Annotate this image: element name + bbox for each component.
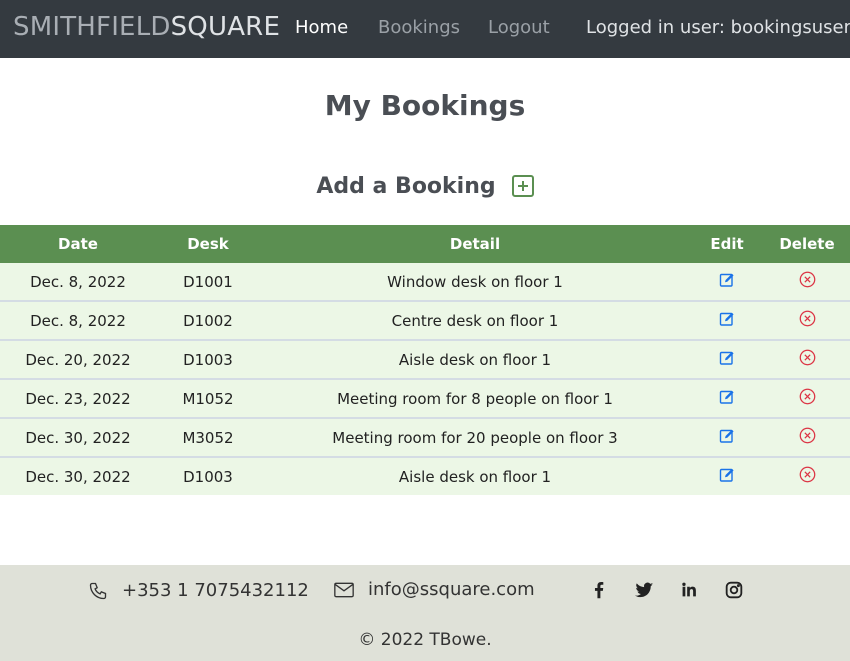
bookings-table: Date Desk Detail Edit Delete Dec. 8, 202… — [0, 225, 850, 495]
cell-date: Dec. 20, 2022 — [0, 339, 156, 379]
table-row: Dec. 8, 2022 D1002 Centre desk on floor 1 — [0, 300, 850, 340]
facebook-icon[interactable] — [588, 579, 610, 601]
footer: +353 1 7075432112 info@ssquare.com © 202… — [0, 565, 850, 661]
cell-edit — [690, 456, 764, 495]
cell-edit — [690, 263, 764, 301]
delete-icon[interactable] — [799, 310, 816, 331]
cell-detail: Centre desk on floor 1 — [260, 300, 690, 340]
cell-date: Dec. 30, 2022 — [0, 456, 156, 495]
footer-email: info@ssquare.com — [334, 581, 535, 599]
cell-edit — [690, 378, 764, 418]
header-edit: Edit — [690, 225, 764, 263]
navbar: SMITHFIELDSQUARE Home Bookings Logout Lo… — [0, 0, 850, 58]
header-date: Date — [0, 225, 156, 263]
header-detail: Detail — [260, 225, 690, 263]
cell-detail: Meeting room for 20 people on floor 3 — [260, 417, 690, 457]
cell-delete — [764, 339, 850, 379]
cell-delete — [764, 378, 850, 418]
cell-edit — [690, 339, 764, 379]
page-title: My Bookings — [324, 89, 526, 122]
social-links — [588, 579, 768, 601]
cell-date: Dec. 23, 2022 — [0, 378, 156, 418]
edit-icon[interactable] — [719, 467, 735, 487]
cell-edit — [690, 417, 764, 457]
table-row: Dec. 8, 2022 D1001 Window desk on floor 1 — [0, 263, 850, 301]
edit-icon[interactable] — [719, 311, 735, 331]
cell-edit — [690, 300, 764, 340]
brand-part-2: SQUARE — [170, 12, 281, 42]
cell-delete — [764, 417, 850, 457]
twitter-icon[interactable] — [633, 579, 655, 601]
delete-icon[interactable] — [799, 388, 816, 409]
cell-desk: M3052 — [156, 417, 260, 457]
cell-detail: Aisle desk on floor 1 — [260, 456, 690, 495]
logged-in-user-text: Logged in user: bookingsuser — [586, 17, 850, 38]
nav-logout-link[interactable]: Logout — [488, 17, 550, 39]
table-row: Dec. 30, 2022 D1003 Aisle desk on floor 1 — [0, 456, 850, 495]
table-row: Dec. 30, 2022 M3052 Meeting room for 20 pe… — [0, 417, 850, 457]
brand-part-1: SMITHFIELD — [13, 12, 171, 42]
cell-desk: D1003 — [156, 339, 260, 379]
table-header-row: Date Desk Detail Edit Delete — [0, 225, 850, 263]
linkedin-icon[interactable] — [678, 579, 700, 601]
cell-delete — [764, 456, 850, 495]
add-booking-row: Add a Booking — [0, 172, 850, 202]
cell-detail: Window desk on floor 1 — [260, 263, 690, 301]
header-delete: Delete — [764, 225, 850, 263]
envelope-icon — [334, 582, 354, 598]
phone-icon — [89, 582, 107, 600]
table-row: Dec. 23, 2022 M1052 Meeting room for 8 peo… — [0, 378, 850, 418]
cell-desk: M1052 — [156, 378, 260, 418]
instagram-icon[interactable] — [723, 579, 745, 601]
email-address: info@ssquare.com — [368, 579, 535, 600]
cell-date: Dec. 8, 2022 — [0, 300, 156, 340]
cell-desk: D1002 — [156, 300, 260, 340]
cell-date: Dec. 30, 2022 — [0, 417, 156, 457]
delete-icon[interactable] — [799, 271, 816, 292]
cell-desk: D1001 — [156, 263, 260, 301]
cell-detail: Meeting room for 8 people on floor 1 — [260, 378, 690, 418]
nav-bookings-link[interactable]: Bookings — [378, 17, 460, 39]
phone-number: +353 1 7075432112 — [122, 580, 309, 601]
cell-delete — [764, 263, 850, 301]
delete-icon[interactable] — [799, 466, 816, 487]
cell-date: Dec. 8, 2022 — [0, 263, 156, 301]
cell-desk: D1003 — [156, 456, 260, 495]
edit-icon[interactable] — [719, 389, 735, 409]
nav-home-link[interactable]: Home — [295, 17, 348, 39]
brand-logo[interactable]: SMITHFIELDSQUARE — [13, 12, 280, 42]
table-row: Dec. 20, 2022 D1003 Aisle desk on floor 1 — [0, 339, 850, 379]
edit-icon[interactable] — [719, 272, 735, 292]
add-booking-label: Add a Booking — [316, 174, 496, 199]
cell-detail: Aisle desk on floor 1 — [260, 339, 690, 379]
add-booking-button[interactable] — [511, 175, 534, 197]
delete-icon[interactable] — [799, 349, 816, 370]
edit-icon[interactable] — [719, 428, 735, 448]
cell-delete — [764, 300, 850, 340]
header-desk: Desk — [156, 225, 260, 263]
delete-icon[interactable] — [799, 427, 816, 448]
footer-phone: +353 1 7075432112 — [88, 581, 309, 601]
copyright-text: © 2022 TBowe. — [358, 630, 492, 650]
edit-icon[interactable] — [719, 350, 735, 370]
